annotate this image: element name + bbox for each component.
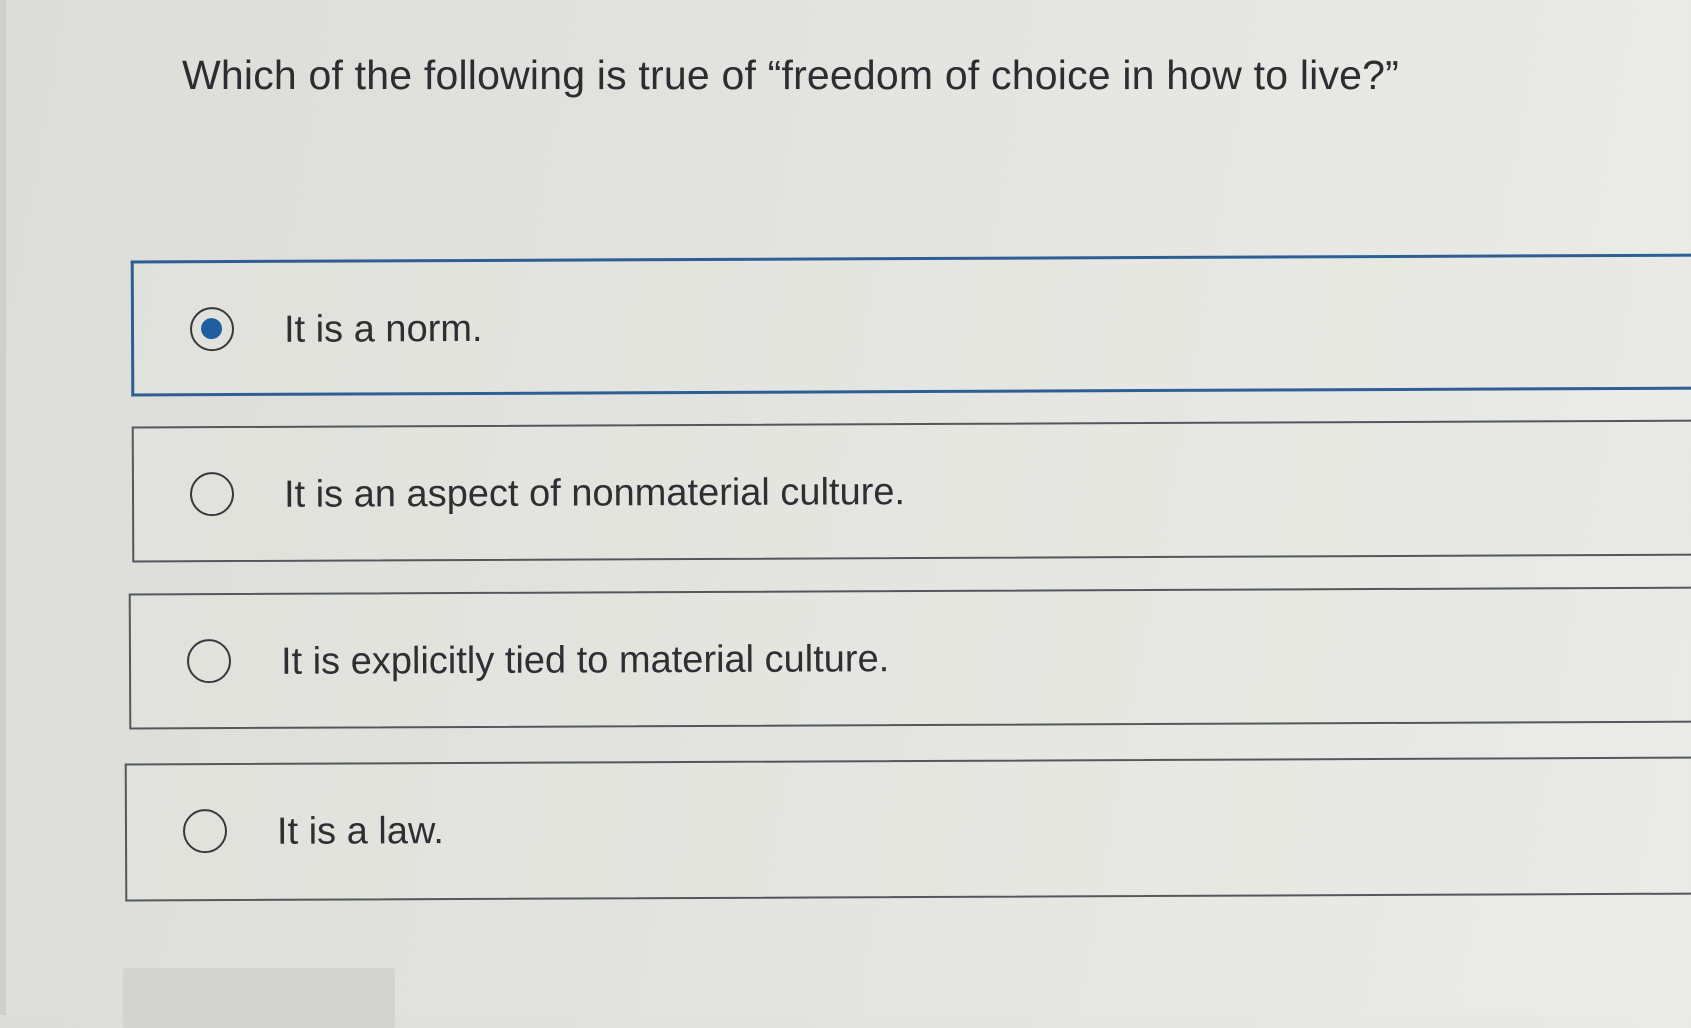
radio-selected-icon[interactable] [189, 307, 235, 352]
answer-option-label: It is a norm. [283, 307, 483, 351]
answer-options: It is a norm. It is an aspect of nonmate… [0, 0, 1691, 1015]
answer-option-label: It is explicitly tied to material cultur… [280, 638, 890, 683]
submit-button[interactable] [123, 968, 395, 1028]
answer-option-4[interactable]: It is a law. [124, 756, 1691, 902]
radio-empty-icon[interactable] [186, 639, 232, 684]
radio-dot [200, 318, 223, 340]
radio-empty-icon[interactable] [182, 809, 228, 854]
radio-empty-icon[interactable] [189, 472, 235, 517]
answer-option-label: It is a law. [276, 810, 444, 853]
answer-option-2[interactable]: It is an aspect of nonmaterial culture. [131, 419, 1691, 563]
answer-option-label: It is an aspect of nonmaterial culture. [283, 471, 906, 516]
answer-option-3[interactable]: It is explicitly tied to material cultur… [128, 586, 1691, 730]
answer-option-1[interactable]: It is a norm. [130, 253, 1691, 397]
